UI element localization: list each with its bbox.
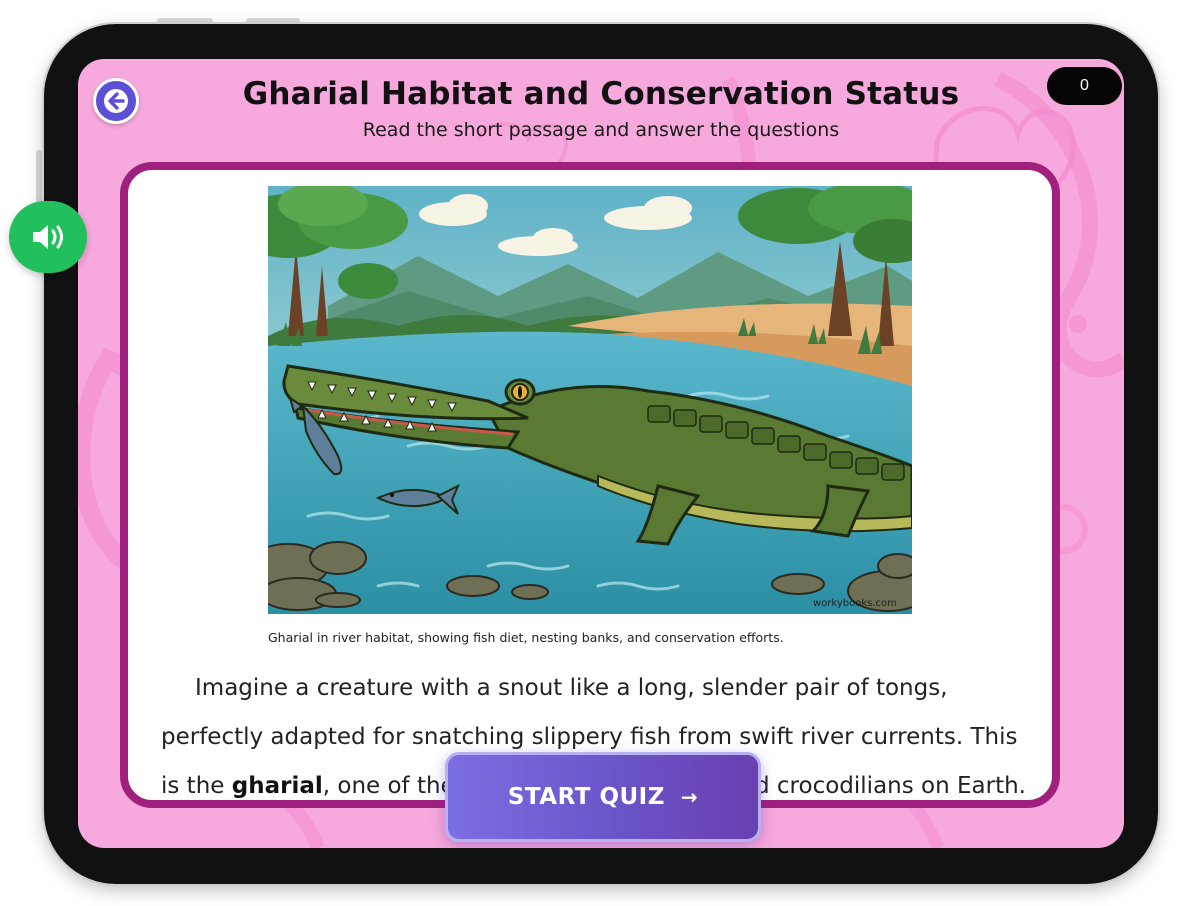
passage-line: Imagine a creature with a snout like a l… [195, 675, 948, 701]
app-screen: 0 Gharial Habitat and Conservation Statu… [78, 59, 1124, 848]
gharial-illustration: workybooks.com [268, 186, 912, 614]
keyword-gharial: gharial [231, 773, 323, 799]
start-quiz-label: START QUIZ [507, 784, 665, 810]
page-subtitle: Read the short passage and answer the qu… [362, 119, 840, 141]
power-hardware-button [36, 150, 42, 204]
reading-card: workybooks.com Gharial in river habitat,… [120, 162, 1060, 808]
illustration-caption: Gharial in river habitat, showing fish d… [268, 630, 784, 645]
speaker-icon [33, 225, 63, 249]
read-aloud-button[interactable] [9, 201, 87, 273]
illustration-watermark: workybooks.com [813, 598, 897, 609]
page-title: Gharial Habitat and Conservation Status [242, 76, 960, 112]
arrow-right-icon: → [680, 785, 699, 809]
start-quiz-button[interactable]: START QUIZ → [445, 752, 761, 842]
